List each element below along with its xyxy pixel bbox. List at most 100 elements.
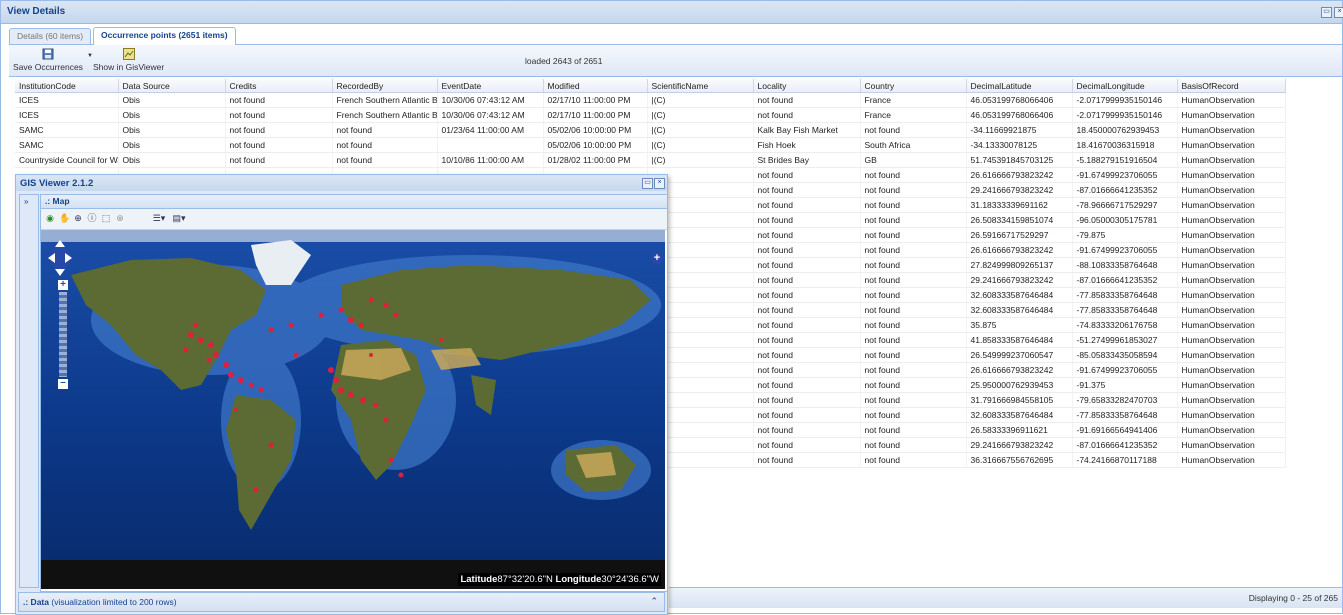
table-cell: -91.67499923706055 <box>1072 242 1178 258</box>
table-cell: not found <box>753 107 861 123</box>
clear-icon[interactable]: ⊗ <box>115 213 125 223</box>
table-cell: HumanObservation <box>1177 227 1286 243</box>
table-cell: not found <box>332 122 438 138</box>
column-header[interactable]: Data Source <box>118 79 226 93</box>
column-header[interactable]: Country <box>860 79 967 93</box>
pan-control[interactable] <box>47 236 73 280</box>
column-header[interactable]: BasisOfRecord <box>1177 79 1286 93</box>
table-cell: Fish Hoek <box>753 137 861 153</box>
table-row[interactable]: ICES Obis not found French Southern Atlanti… <box>15 92 1286 108</box>
world-map[interactable]: + – + Latitude87°32'20.6"N Longitude30°2… <box>41 230 665 589</box>
table-cell: -2.0717999935150146 <box>1072 92 1178 108</box>
column-header[interactable]: Credits <box>225 79 333 93</box>
table-cell: 10/30/06 07:43:12 AM <box>437 107 544 123</box>
tab-occurrence-points[interactable]: Occurrence points (2651 items) <box>93 27 236 45</box>
zoom-scale[interactable] <box>59 292 67 377</box>
expand-icon[interactable]: ⌃ <box>650 596 658 607</box>
table-cell: not found <box>753 272 861 288</box>
table-cell: HumanObservation <box>1177 257 1286 273</box>
table-cell: 18.41670036315918 <box>1072 137 1178 153</box>
restore-icon[interactable]: ▭ <box>642 178 653 189</box>
column-header[interactable]: EventDate <box>437 79 544 93</box>
table-cell: not found <box>860 197 967 213</box>
table-cell: HumanObservation <box>1177 362 1286 378</box>
table-cell: not found <box>753 347 861 363</box>
table-cell: ICES <box>15 92 119 108</box>
column-header[interactable]: DecimalLatitude <box>966 79 1073 93</box>
table-cell: HumanObservation <box>1177 422 1286 438</box>
table-cell: 27.824999809265137 <box>966 257 1073 273</box>
table-cell: 05/02/06 10:00:00 PM <box>543 137 648 153</box>
table-cell: HumanObservation <box>1177 107 1286 123</box>
table-cell: -77.85833358764648 <box>1072 302 1178 318</box>
zoom-extent-icon[interactable]: ◉ <box>45 213 55 223</box>
table-cell: not found <box>332 152 438 168</box>
column-header[interactable]: RecordedBy <box>332 79 438 93</box>
window-title: View Details <box>7 6 66 17</box>
table-cell: HumanObservation <box>1177 302 1286 318</box>
table-cell: 32.608333587646484 <box>966 407 1073 423</box>
table-cell: Kalk Bay Fish Market <box>753 122 861 138</box>
table-cell: Obis <box>118 92 226 108</box>
table-cell: 18.450000762939453 <box>1072 122 1178 138</box>
gis-viewer-icon <box>122 48 135 60</box>
table-cell: HumanObservation <box>1177 392 1286 408</box>
expand-chevron-icon[interactable]: » <box>24 197 38 206</box>
table-cell: France <box>860 107 967 123</box>
column-header[interactable]: InstitutionCode <box>15 79 119 93</box>
zoom-in-icon[interactable]: ⊕ <box>73 213 83 223</box>
table-cell: -74.24166870117188 <box>1072 452 1178 468</box>
table-cell: not found <box>753 317 861 333</box>
data-panel-header[interactable]: .: Data (visualization limited to 200 ro… <box>18 592 665 612</box>
gis-viewer-titlebar[interactable]: GIS Viewer 2.1.2 ▭ × <box>16 175 667 191</box>
table-cell: SAMC <box>15 122 119 138</box>
column-header[interactable]: DecimalLongitude <box>1072 79 1178 93</box>
layers-icon[interactable]: ☰▾ <box>151 213 167 223</box>
table-cell: not found <box>753 392 861 408</box>
zoom-slider[interactable]: + – <box>58 280 68 390</box>
table-cell: HumanObservation <box>1177 347 1286 363</box>
close-icon[interactable]: × <box>654 178 665 189</box>
table-cell: Obis <box>118 122 226 138</box>
export-icon[interactable]: ▤▾ <box>171 213 187 223</box>
table-cell: 01/28/02 11:00:00 PM <box>543 152 648 168</box>
tab-details[interactable]: Details (60 items) <box>9 28 92 44</box>
table-cell: HumanObservation <box>1177 92 1286 108</box>
show-in-gisviewer-button[interactable]: Show in GisViewer <box>93 48 164 72</box>
table-row[interactable]: SAMC Obis not found not found 01/23/64 11:00… <box>15 122 1286 138</box>
table-cell: |(C) <box>647 137 754 153</box>
save-icon <box>42 48 54 60</box>
select-icon[interactable]: ⬚ <box>101 213 111 223</box>
table-cell: not found <box>860 302 967 318</box>
table-cell: 05/02/06 10:00:00 PM <box>543 122 648 138</box>
gis-viewer-title: GIS Viewer 2.1.2 <box>20 178 94 189</box>
close-icon[interactable]: × <box>1334 7 1343 18</box>
table-cell: 32.608333587646484 <box>966 287 1073 303</box>
zoom-in-control-icon[interactable]: + <box>58 280 68 290</box>
table-cell: -51.27499961853027 <box>1072 332 1178 348</box>
table-row[interactable]: Countryside Council for WalesObisnot fou… <box>15 152 1286 168</box>
info-icon[interactable]: ⓘ <box>87 213 97 223</box>
save-occurrences-button[interactable]: Save Occurrences ▼ <box>13 48 93 72</box>
zoom-out-control-icon[interactable]: – <box>58 378 68 389</box>
table-cell: 01/23/64 11:00:00 AM <box>437 122 544 138</box>
pan-hand-icon[interactable]: ✋ <box>59 213 70 223</box>
table-cell: -91.67499923706055 <box>1072 362 1178 378</box>
gis-viewer-window[interactable]: GIS Viewer 2.1.2 ▭ × » .: Map ◉ ✋ ⊕ ⓘ ⬚ … <box>15 174 668 615</box>
table-cell: not found <box>860 377 967 393</box>
column-header[interactable]: Locality <box>753 79 861 93</box>
table-row[interactable]: ICES Obis not found French Southern Atlanti… <box>15 107 1286 123</box>
table-cell: not found <box>753 362 861 378</box>
table-cell: 51.745391845703125 <box>966 152 1073 168</box>
table-cell: not found <box>753 92 861 108</box>
column-header[interactable]: ScientificName <box>647 79 754 93</box>
table-cell: HumanObservation <box>1177 287 1286 303</box>
table-cell: HumanObservation <box>1177 167 1286 183</box>
table-cell: not found <box>753 167 861 183</box>
column-header[interactable]: Modified <box>543 79 648 93</box>
grid-header-row: InstitutionCode Data Source Credits Recorde… <box>15 79 1286 93</box>
layer-switcher-icon[interactable]: + <box>651 252 663 264</box>
restore-icon[interactable]: ▭ <box>1321 7 1332 18</box>
collapsed-side-panel[interactable]: » <box>19 194 39 588</box>
table-row[interactable]: SAMC Obis not found not found 05/02/06 10:00… <box>15 137 1286 153</box>
